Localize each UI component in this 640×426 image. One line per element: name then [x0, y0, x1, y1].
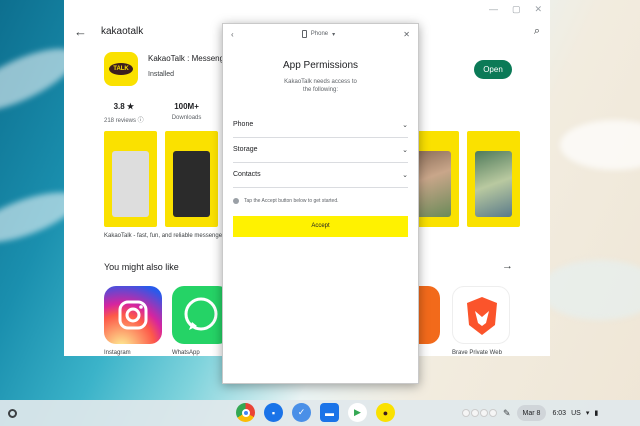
play-store-icon[interactable]: ▶	[348, 403, 367, 422]
chevron-down-icon: ⌄	[402, 121, 408, 129]
back-arrow-icon[interactable]: ←	[74, 24, 87, 39]
dialog-titlebar: ‹ Phone ▾ ✕	[223, 24, 418, 44]
holding-space-icon[interactable]	[462, 409, 497, 417]
info-icon	[233, 197, 239, 204]
launcher-icon[interactable]	[8, 409, 17, 418]
search-icon[interactable]: ⌕	[534, 25, 540, 38]
app-stats: 3.8 ★ 218 reviews ⓘ 100M+ Downloads	[104, 102, 201, 124]
open-button[interactable]: Open	[474, 60, 512, 79]
permission-storage[interactable]: Storage ⌄	[233, 138, 408, 163]
app-icon[interactable]: ✓	[292, 403, 311, 422]
screenshot-carousel[interactable]	[104, 131, 218, 227]
dialog-subtitle: KakaoTalk needs access to the following:	[284, 79, 357, 93]
chat-icon[interactable]: ▪	[264, 403, 283, 422]
instagram-icon[interactable]	[104, 286, 162, 344]
permission-list: Phone ⌄ Storage ⌄ Contacts ⌄	[233, 113, 408, 188]
device-dropdown[interactable]: Phone ▾	[301, 30, 336, 38]
app-description: KakaoTalk - fast, fun, and reliable mess…	[104, 233, 225, 239]
permission-phone[interactable]: Phone ⌄	[233, 113, 408, 138]
window-controls: — ▢ ✕	[64, 0, 550, 18]
rating-stat: 3.8 ★ 218 reviews ⓘ	[104, 102, 144, 124]
app-screenshot[interactable]	[165, 131, 218, 227]
app-header: TALK KakaoTalk : Messenger Installed	[104, 52, 231, 86]
chevron-down-icon: ⌄	[402, 171, 408, 179]
app-name: KakaoTalk : Messenger	[148, 54, 232, 63]
kakaotalk-icon[interactable]: ●	[376, 403, 395, 422]
wifi-icon: ▾	[585, 410, 590, 417]
screenshot-carousel-right[interactable]	[406, 131, 520, 227]
system-status[interactable]: 6:03 US ▾ ▮	[552, 409, 599, 418]
date-pill[interactable]: Mar 8	[516, 405, 547, 421]
battery-icon: ▮	[594, 410, 599, 417]
kakaotalk-logo-icon: TALK	[104, 52, 138, 86]
tip-text: Tap the Accept button below to get start…	[233, 197, 408, 204]
chevron-down-icon: ⌄	[402, 146, 408, 154]
brave-icon[interactable]	[452, 286, 510, 344]
stylus-icon[interactable]: ✎	[503, 408, 511, 419]
app-screenshot[interactable]	[467, 131, 520, 227]
section-heading: You might also like	[104, 262, 179, 272]
arrow-right-icon[interactable]: →	[502, 260, 513, 272]
rec-label-instagram: Instagram	[104, 350, 131, 356]
chevron-down-icon: ▾	[332, 31, 336, 38]
files-icon[interactable]: ▬	[320, 403, 339, 422]
close-icon[interactable]: ✕	[534, 4, 542, 15]
back-icon[interactable]: ‹	[231, 30, 234, 39]
app-dock: ▪ ✓ ▬ ▶ ●	[236, 403, 395, 422]
clock: 6:03	[552, 409, 567, 417]
dialog-title: App Permissions	[282, 60, 359, 71]
minimize-icon[interactable]: —	[489, 4, 498, 14]
install-status: Installed	[148, 71, 175, 78]
accept-button[interactable]: Accept	[233, 215, 408, 237]
maximize-icon[interactable]: ▢	[512, 4, 521, 15]
permission-contacts[interactable]: Contacts ⌄	[233, 163, 408, 188]
locale-indicator: US	[571, 409, 581, 417]
downloads-stat: 100M+ Downloads	[171, 102, 202, 121]
rec-label-brave: Brave Private Web	[452, 350, 502, 356]
chrome-icon[interactable]	[236, 403, 255, 422]
close-icon[interactable]: ✕	[403, 30, 410, 39]
app-screenshot[interactable]	[104, 131, 157, 227]
app-permissions-dialog: ‹ Phone ▾ ✕ App Permissions KakaoTalk ne…	[222, 23, 419, 384]
shelf: ▪ ✓ ▬ ▶ ● ✎ Mar 8 6:03 US ▾ ▮	[0, 400, 640, 426]
status-tray: ✎ Mar 8 6:03 US ▾ ▮	[462, 405, 598, 421]
phone-icon	[301, 30, 307, 38]
